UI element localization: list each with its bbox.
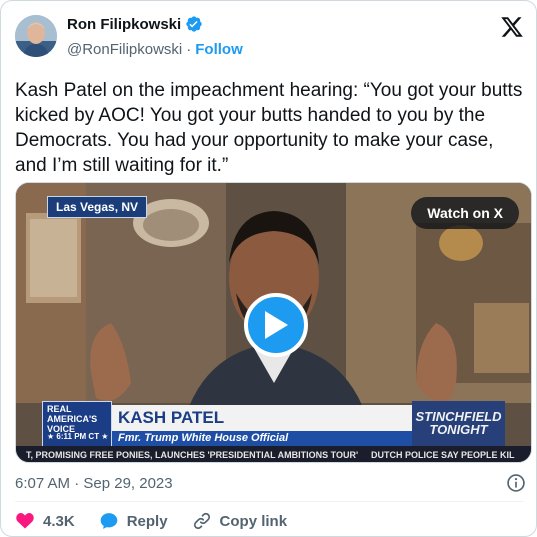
separator-dot: · bbox=[186, 41, 192, 58]
network-line-1: REAL bbox=[47, 404, 72, 414]
chyron-title: Fmr. Trump White House Official bbox=[118, 432, 289, 444]
show-logo: STINCHFIELD TONIGHT bbox=[412, 401, 505, 446]
chyron-name-bar: KASH PATEL bbox=[112, 405, 412, 431]
chyron-title-bar: Fmr. Trump White House Official bbox=[112, 431, 412, 446]
verified-badge-icon bbox=[185, 15, 203, 33]
ticker-text-left: T, PROMISING FREE PONIES, LAUNCHES 'PRES… bbox=[26, 450, 359, 460]
copy-link-label: Copy link bbox=[219, 512, 288, 530]
tweet-card[interactable]: Ron Filipkowski @RonFilipkowski · Follow… bbox=[0, 0, 537, 537]
divider bbox=[15, 501, 524, 502]
chyron-name: KASH PATEL bbox=[118, 408, 225, 427]
follow-button[interactable]: Follow bbox=[195, 41, 243, 58]
news-chyron: REAL AMERICA'S VOICE ★ 6:11 PM CT ★ KASH… bbox=[42, 401, 505, 451]
reply-button[interactable]: Reply bbox=[99, 511, 168, 531]
reply-bubble-icon bbox=[100, 513, 118, 529]
author-name[interactable]: Ron Filipkowski bbox=[67, 16, 181, 33]
location-tag: Las Vegas, NV bbox=[47, 196, 148, 218]
avatar[interactable] bbox=[15, 15, 57, 57]
author-handle[interactable]: @RonFilipkowski bbox=[67, 41, 182, 58]
x-logo-icon[interactable] bbox=[500, 15, 524, 39]
link-icon bbox=[193, 512, 210, 530]
watch-on-x-button[interactable]: Watch on X bbox=[411, 197, 519, 229]
action-bar: 4.3K Reply Copy link bbox=[15, 511, 311, 531]
play-icon bbox=[265, 311, 288, 339]
news-ticker: T, PROMISING FREE PONIES, LAUNCHES 'PRES… bbox=[16, 446, 531, 462]
tweet-timestamp[interactable]: 6:07 AM · Sep 29, 2023 bbox=[15, 475, 173, 492]
tweet-text: Kash Patel on the impeachment hearing: “… bbox=[15, 80, 523, 176]
play-button[interactable] bbox=[244, 293, 308, 357]
ticker-text-right: DUTCH POLICE SAY PEOPLE KIL bbox=[371, 450, 515, 460]
video-player[interactable]: Las Vegas, NV Watch on X REAL AMERICA'S … bbox=[15, 182, 532, 463]
like-count: 4.3K bbox=[43, 512, 75, 530]
info-icon[interactable] bbox=[506, 473, 526, 493]
reply-label: Reply bbox=[126, 512, 168, 530]
copy-link-button[interactable]: Copy link bbox=[192, 511, 288, 531]
heart-icon bbox=[16, 513, 34, 529]
network-line-2: AMERICA'S bbox=[47, 414, 98, 424]
network-logo: REAL AMERICA'S VOICE ★ 6:11 PM CT ★ bbox=[42, 401, 112, 448]
chyron-time: ★ 6:11 PM CT ★ bbox=[47, 432, 109, 441]
like-button[interactable]: 4.3K bbox=[15, 511, 75, 531]
